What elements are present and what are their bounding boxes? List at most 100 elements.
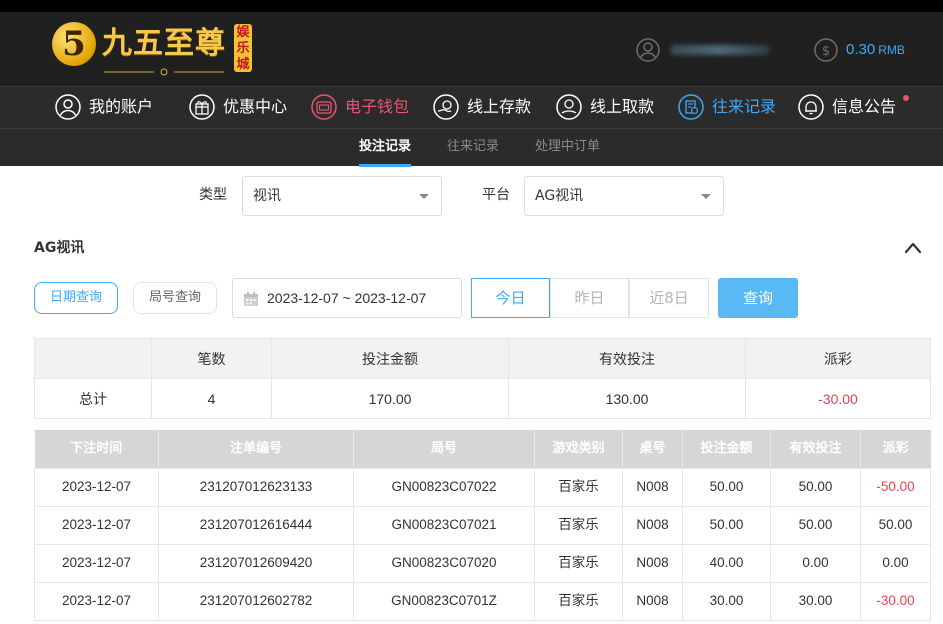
brand-logo[interactable]: 5 九五至尊 娱乐城	[52, 22, 257, 82]
summary-header-cell: 有效投注	[508, 338, 746, 379]
logo-emblem: 5	[52, 22, 96, 66]
sub-nav: 投注记录 往来记录 处理中订单	[0, 128, 943, 167]
table-row: 2023-12-07 231207012602782 GN00823C0701Z…	[34, 581, 931, 621]
type-select[interactable]: 视讯	[242, 176, 442, 216]
nav-item-account[interactable]: 我的账户	[55, 93, 153, 121]
bet-amount: 30.00	[682, 581, 771, 621]
nav-item-label: 往来记录	[712, 97, 777, 116]
date-range-picker[interactable]: 2023-12-07 ~ 2023-12-07	[232, 278, 462, 318]
tab-transaction-records[interactable]: 往来记录	[447, 129, 499, 167]
brand-badge-text: 娱乐城	[236, 25, 250, 72]
game-type: 百家乐	[534, 543, 623, 583]
username-redacted	[670, 45, 770, 55]
bet-time: 2023-12-07	[34, 505, 159, 545]
table-number: N008	[622, 581, 683, 621]
tab-bet-records[interactable]: 投注记录	[359, 129, 412, 167]
valid-bet: 30.00	[770, 581, 861, 621]
logo-ornament-icon	[104, 68, 224, 76]
platform-select[interactable]: AG视讯	[524, 176, 724, 216]
order-number: 231207012616444	[158, 505, 354, 545]
nav-item-label: 线上取款	[590, 97, 655, 116]
type-label: 类型	[199, 187, 227, 203]
summary-header-row: 笔数 投注金额 有效投注 派彩	[34, 338, 931, 379]
summary-header-cell: 投注金额	[271, 338, 509, 379]
nav-item-records[interactable]: 往来记录	[678, 93, 776, 121]
bet-records-table: 下注时间 注单编号 局号 游戏类别 桌号 投注金额 有效投注 派彩 2023-1…	[34, 430, 931, 621]
date-query-button[interactable]: 日期查询	[34, 282, 118, 314]
wallet-balance[interactable]: $ 0.30 RMB	[814, 38, 924, 62]
game-type: 百家乐	[534, 505, 623, 545]
valid-bet: 50.00	[770, 467, 861, 507]
withdraw-icon	[556, 94, 582, 120]
user-circle-icon	[55, 94, 81, 120]
quick-yesterday-button[interactable]: 昨日	[550, 278, 629, 318]
game-type: 百家乐	[534, 467, 623, 507]
nav-item-label: 优惠中心	[223, 97, 288, 116]
bet-amount: 40.00	[682, 543, 771, 583]
main-nav: 我的账户 优惠中心 电子钱包 线上存款 线上取款 往来记录 信息公告	[0, 86, 943, 128]
nav-item-announcements[interactable]: 信息公告	[798, 93, 896, 121]
summary-header-cell	[34, 338, 152, 379]
quick-8days-button[interactable]: 近8日	[629, 278, 709, 318]
nav-item-label: 电子钱包	[345, 97, 410, 116]
bell-icon	[798, 94, 824, 120]
table-row: 2023-12-07 231207012616444 GN00823C07021…	[34, 505, 931, 545]
column-header: 桌号	[622, 430, 683, 468]
nav-item-label: 我的账户	[89, 97, 154, 116]
top-header: 5 九五至尊 娱乐城 $ 0.30 RMB	[0, 0, 943, 86]
round-number: GN00823C07020	[353, 543, 535, 583]
date-range-value: 2023-12-07 ~ 2023-12-07	[267, 290, 427, 306]
round-query-button[interactable]: 局号查询	[133, 282, 217, 314]
bet-amount: 50.00	[682, 467, 771, 507]
record-icon	[678, 94, 704, 120]
column-header: 下注时间	[34, 430, 159, 468]
query-button[interactable]: 查询	[718, 278, 798, 318]
chevron-up-icon[interactable]	[903, 238, 923, 258]
section-title: AG视讯	[34, 240, 85, 256]
bet-time: 2023-12-07	[34, 581, 159, 621]
nav-item-label: 信息公告	[832, 97, 897, 116]
payout: -30.00	[860, 581, 931, 621]
platform-select-value: AG视讯	[535, 188, 584, 204]
platform-label: 平台	[482, 187, 510, 203]
round-number: GN00823C0701Z	[353, 581, 535, 621]
svg-text:$: $	[822, 44, 830, 59]
summary-table: 笔数 投注金额 有效投注 派彩 总计 4 170.00 130.00 -30.0…	[34, 338, 931, 419]
payout: 0.00	[860, 543, 931, 583]
quick-today-button[interactable]: 今日	[471, 278, 550, 318]
dollar-coin-icon: $	[814, 38, 838, 62]
bet-amount: 50.00	[682, 505, 771, 545]
summary-bet-amount: 170.00	[271, 378, 509, 419]
table-number: N008	[622, 543, 683, 583]
balance-amount: 0.30 RMB	[846, 40, 905, 60]
tab-pending-orders[interactable]: 处理中订单	[535, 129, 600, 167]
nav-item-promotions[interactable]: 优惠中心	[189, 93, 287, 121]
brand-name: 九五至尊	[102, 26, 226, 61]
nav-item-withdraw[interactable]: 线上取款	[556, 93, 654, 121]
summary-total-label: 总计	[34, 378, 152, 419]
summary-header-cell: 派彩	[745, 338, 931, 379]
records-header-row: 下注时间 注单编号 局号 游戏类别 桌号 投注金额 有效投注 派彩	[34, 430, 931, 468]
game-type: 百家乐	[534, 581, 623, 621]
column-header: 投注金额	[682, 430, 771, 468]
summary-valid-bet: 130.00	[508, 378, 746, 419]
notification-dot	[903, 95, 909, 101]
nav-item-label: 线上存款	[467, 97, 532, 116]
column-header: 游戏类别	[534, 430, 623, 468]
calendar-icon	[244, 292, 258, 306]
bet-time: 2023-12-07	[34, 543, 159, 583]
payout: 50.00	[860, 505, 931, 545]
order-number: 231207012623133	[158, 467, 354, 507]
gift-icon	[189, 94, 215, 120]
column-header: 有效投注	[770, 430, 861, 468]
nav-item-e-wallet[interactable]: 电子钱包	[311, 93, 409, 121]
order-number: 231207012602782	[158, 581, 354, 621]
round-number: GN00823C07022	[353, 467, 535, 507]
bet-time: 2023-12-07	[34, 467, 159, 507]
valid-bet: 0.00	[770, 543, 861, 583]
user-circle-icon	[636, 38, 660, 62]
user-account[interactable]	[636, 38, 776, 62]
nav-item-deposit[interactable]: 线上存款	[433, 93, 531, 121]
summary-count: 4	[151, 378, 272, 419]
column-header: 注单编号	[158, 430, 354, 468]
